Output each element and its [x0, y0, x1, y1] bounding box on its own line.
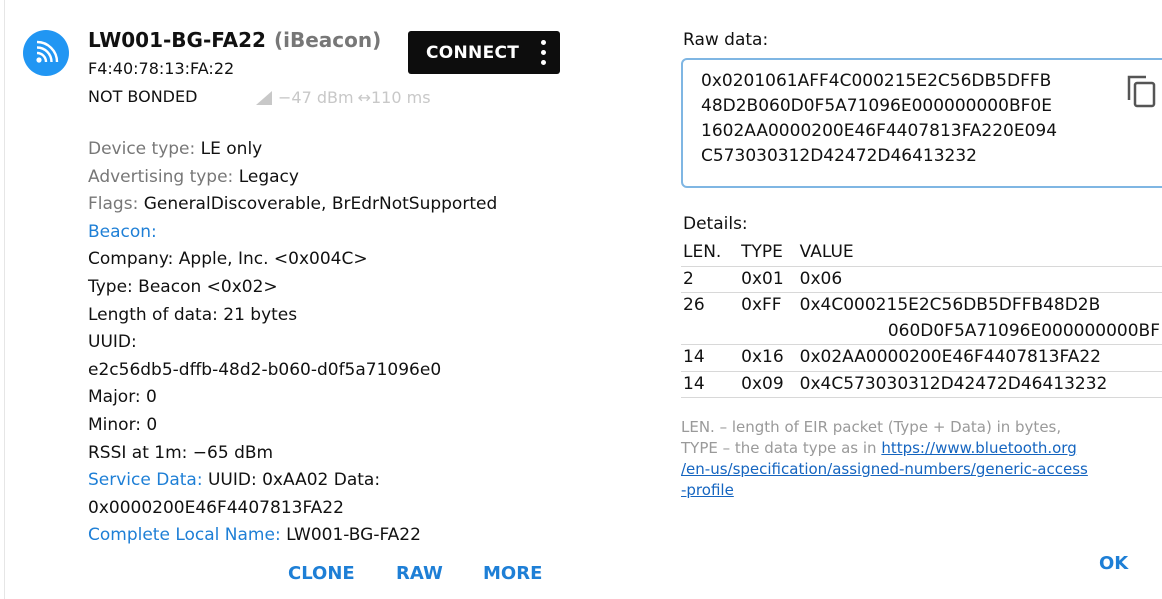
device-mac-address: F4:40:78:13:FA:22	[88, 59, 235, 78]
rssi-value: −47 dBm	[278, 88, 354, 107]
service-data-row: Service Data: UUID: 0xAA02 Data:	[88, 470, 381, 491]
uuid-label: UUID:	[88, 332, 137, 353]
uuid-value: e2c56db5-dffb-48d2-b060-d0f5a71096e0	[88, 359, 442, 380]
table-row: 26 0xFF 0x4C000215E2C56DB5DFFB48D2B 060D0…	[681, 293, 1162, 345]
device-type-tag: (iBeacon)	[273, 28, 382, 52]
advertisement-details: Device type: LE only Advertising type: L…	[88, 136, 497, 550]
rssi-1m-row: RSSI at 1m: −65 dBm	[88, 442, 274, 463]
device-name: LW001-BG-FA22	[88, 28, 266, 52]
clone-button[interactable]: CLONE	[288, 563, 355, 584]
bluetooth-spec-link-end[interactable]: -profile	[681, 481, 734, 499]
advertising-type-row: Advertising type: Legacy	[88, 166, 299, 187]
details-title: Details:	[683, 214, 748, 234]
table-header: LEN. TYPE VALUE	[681, 240, 1162, 266]
more-options-icon[interactable]	[541, 40, 546, 65]
beacon-heading: Beacon:	[88, 221, 157, 242]
more-button[interactable]: MORE	[483, 563, 542, 584]
interval-value: ↔110 ms	[357, 88, 431, 107]
connect-label: CONNECT	[426, 42, 520, 63]
major-row: Major: 0	[88, 387, 157, 408]
local-name-row: Complete Local Name: LW001-BG-FA22	[88, 525, 421, 546]
bluetooth-spec-link-cont[interactable]: /en-us/specification/assigned-numbers/ge…	[681, 460, 1088, 478]
bond-status: NOT BONDED	[88, 87, 198, 106]
raw-data-text: 0x0201061AFF4C000215E2C56DB5DFFB 48D2B06…	[701, 71, 1058, 166]
flags-row: Flags: GeneralDiscoverable, BrEdrNotSupp…	[88, 194, 498, 215]
signal-info: −47 dBm ↔110 ms	[256, 88, 431, 107]
data-length-row: Length of data: 21 bytes	[88, 304, 298, 325]
table-row: 14 0x16 0x02AA0000200E46F4407813FA22	[681, 345, 1162, 371]
signal-strength-icon	[256, 90, 272, 105]
table-row: 2 0x01 0x06	[681, 266, 1162, 293]
left-edge-divider	[4, 0, 5, 599]
bluetooth-spec-link[interactable]: https://www.bluetooth.org	[881, 439, 1076, 457]
table-legend-note: LEN. – length of EIR packet (Type + Data…	[681, 418, 1088, 499]
beacon-type-row: Type: Beacon <0x02>	[88, 276, 278, 297]
device-name-row: LW001-BG-FA22 (iBeacon)	[88, 28, 381, 52]
connect-button[interactable]: CONNECT	[408, 31, 560, 74]
ok-button[interactable]: OK	[1099, 553, 1128, 574]
bluetooth-signal-icon	[23, 30, 69, 76]
raw-data-box[interactable]: 0x0201061AFF4C000215E2C56DB5DFFB 48D2B06…	[681, 58, 1162, 188]
eir-table: LEN. TYPE VALUE 2 0x01 0x06 26 0xFF 0x4C…	[681, 240, 1162, 398]
device-type-row: Device type: LE only	[88, 139, 263, 159]
raw-data-title: Raw data:	[683, 30, 769, 50]
copy-icon[interactable]	[1126, 74, 1156, 108]
company-row: Company: Apple, Inc. <0x004C>	[88, 249, 368, 270]
raw-button[interactable]: RAW	[396, 563, 443, 584]
table-row: 14 0x09 0x4C573030312D42472D46413232	[681, 371, 1162, 398]
minor-row: Minor: 0	[88, 414, 158, 435]
service-data-value: 0x0000200E46F4407813FA22	[88, 497, 344, 518]
